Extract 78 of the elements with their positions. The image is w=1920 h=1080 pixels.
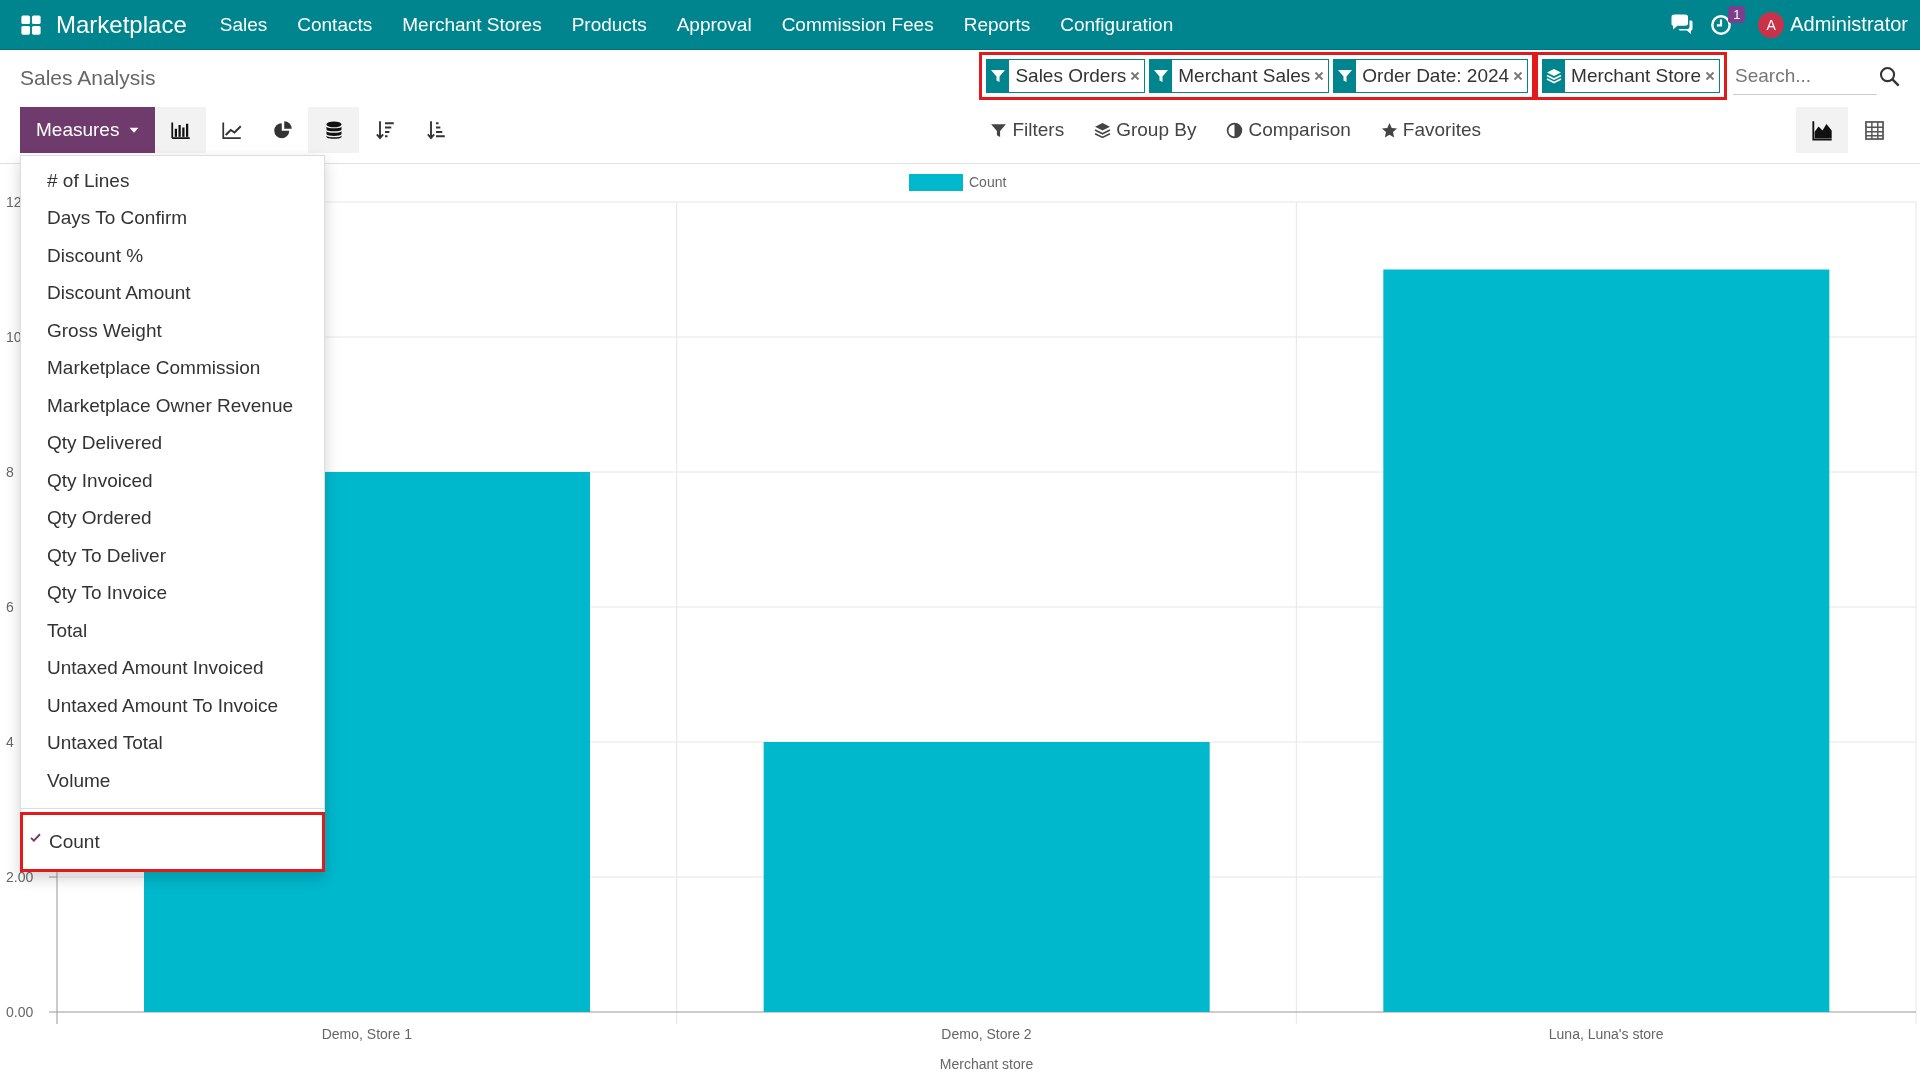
sort-descending-icon <box>374 120 395 140</box>
menu-link[interactable]: Products <box>556 13 662 36</box>
measure-option[interactable]: Untaxed Amount To Invoice <box>21 687 324 725</box>
measure-option[interactable]: # of Lines <box>21 162 324 200</box>
measure-option[interactable]: Marketplace Owner Revenue <box>21 387 324 425</box>
measure-option[interactable]: Marketplace Commission <box>21 349 324 387</box>
measure-option[interactable]: Discount Amount <box>21 274 324 312</box>
axis-tick-label: 8 <box>6 464 14 480</box>
close-icon[interactable] <box>1513 71 1524 81</box>
bar-chart-icon <box>170 120 191 140</box>
measures-button[interactable]: Measures <box>20 107 156 153</box>
favorites-dropdown[interactable]: Favorites <box>1380 119 1481 141</box>
line-chart-icon <box>221 120 242 140</box>
x-axis-title: Merchant store <box>939 1056 1034 1072</box>
close-icon[interactable] <box>1314 71 1325 81</box>
graph-view-button[interactable] <box>1796 107 1848 153</box>
filter-icon <box>1337 68 1354 84</box>
close-icon[interactable] <box>1705 71 1715 81</box>
measure-option[interactable]: Qty Ordered <box>21 499 324 537</box>
axis-tick-label: 0.00 <box>6 1004 34 1020</box>
measure-option[interactable]: Discount % <box>21 237 324 275</box>
group-by-facet[interactable]: Merchant Store <box>1542 59 1720 93</box>
area-chart-icon <box>1811 119 1833 141</box>
star-icon <box>1380 121 1398 139</box>
page-title: Sales Analysis <box>20 65 157 90</box>
menu-link[interactable]: Configuration <box>1045 13 1189 36</box>
legend-label[interactable]: Count <box>969 174 1007 190</box>
measure-option[interactable]: Qty Delivered <box>21 424 324 462</box>
measure-option[interactable]: Qty Invoiced <box>21 462 324 500</box>
legend-swatch[interactable] <box>909 174 963 191</box>
menu-link[interactable]: Contacts <box>282 13 388 36</box>
measure-option[interactable]: Days To Confirm <box>21 199 324 237</box>
pie-chart-icon <box>272 120 293 140</box>
measure-option[interactable]: Volume <box>21 762 324 800</box>
category-label: Demo, Store 1 <box>321 1026 412 1042</box>
user-avatar[interactable]: A <box>1758 11 1785 38</box>
measure-option[interactable]: Qty To Deliver <box>21 537 324 575</box>
filter-facet[interactable]: Sales Orders <box>986 59 1146 93</box>
filters-dropdown[interactable]: Filters <box>990 119 1065 141</box>
measure-option[interactable]: Untaxed Total <box>21 724 324 762</box>
filter-facet[interactable]: Merchant Sales <box>1149 59 1330 93</box>
axis-tick-label: 12 <box>6 194 22 210</box>
apps-menu-icon[interactable] <box>20 13 42 36</box>
menu-link[interactable]: Merchant Stores <box>387 13 557 36</box>
category-label: Luna, Luna's store <box>1548 1026 1664 1042</box>
measure-option[interactable]: Qty To Invoice <box>21 574 324 612</box>
menu-link[interactable]: Approval <box>661 13 767 36</box>
measure-option[interactable]: Count <box>20 811 325 872</box>
chat-icon[interactable] <box>1670 12 1695 37</box>
measure-option[interactable]: Gross Weight <box>21 312 324 350</box>
app-name: Marketplace <box>56 10 187 39</box>
measure-option[interactable]: Untaxed Amount Invoiced <box>21 649 324 687</box>
measure-option[interactable]: Total <box>21 612 324 650</box>
half-circle-icon <box>1226 121 1244 139</box>
layers-icon <box>1094 121 1112 139</box>
menu-link[interactable]: Sales <box>204 13 283 36</box>
stack-button[interactable] <box>308 107 360 153</box>
layers-icon <box>1546 68 1563 84</box>
notification-badge: 1 <box>1728 5 1746 23</box>
bar-chart-button[interactable] <box>155 107 207 153</box>
filter-icon <box>1153 68 1170 84</box>
axis-tick-label: 4 <box>6 734 14 750</box>
axis-tick-label: 2.00 <box>6 869 34 885</box>
table-icon <box>1863 119 1885 141</box>
menu-link[interactable]: Commission Fees <box>766 13 949 36</box>
axis-tick-label: 6 <box>6 599 14 615</box>
filter-icon <box>990 68 1007 84</box>
menu-link[interactable]: Reports <box>948 13 1046 36</box>
user-name[interactable]: Administrator <box>1790 13 1908 36</box>
comparison-dropdown[interactable]: Comparison <box>1226 119 1351 141</box>
close-icon[interactable] <box>1130 71 1141 81</box>
clock-icon[interactable] <box>1710 13 1733 36</box>
sort-ascending-icon <box>425 120 446 140</box>
filter-facet[interactable]: Order Date: 2024 <box>1333 59 1529 93</box>
search-icon[interactable] <box>1879 65 1900 87</box>
filter-icon <box>990 121 1008 139</box>
category-label: Demo, Store 2 <box>941 1026 1032 1042</box>
groupby-dropdown[interactable]: Group By <box>1094 119 1197 141</box>
